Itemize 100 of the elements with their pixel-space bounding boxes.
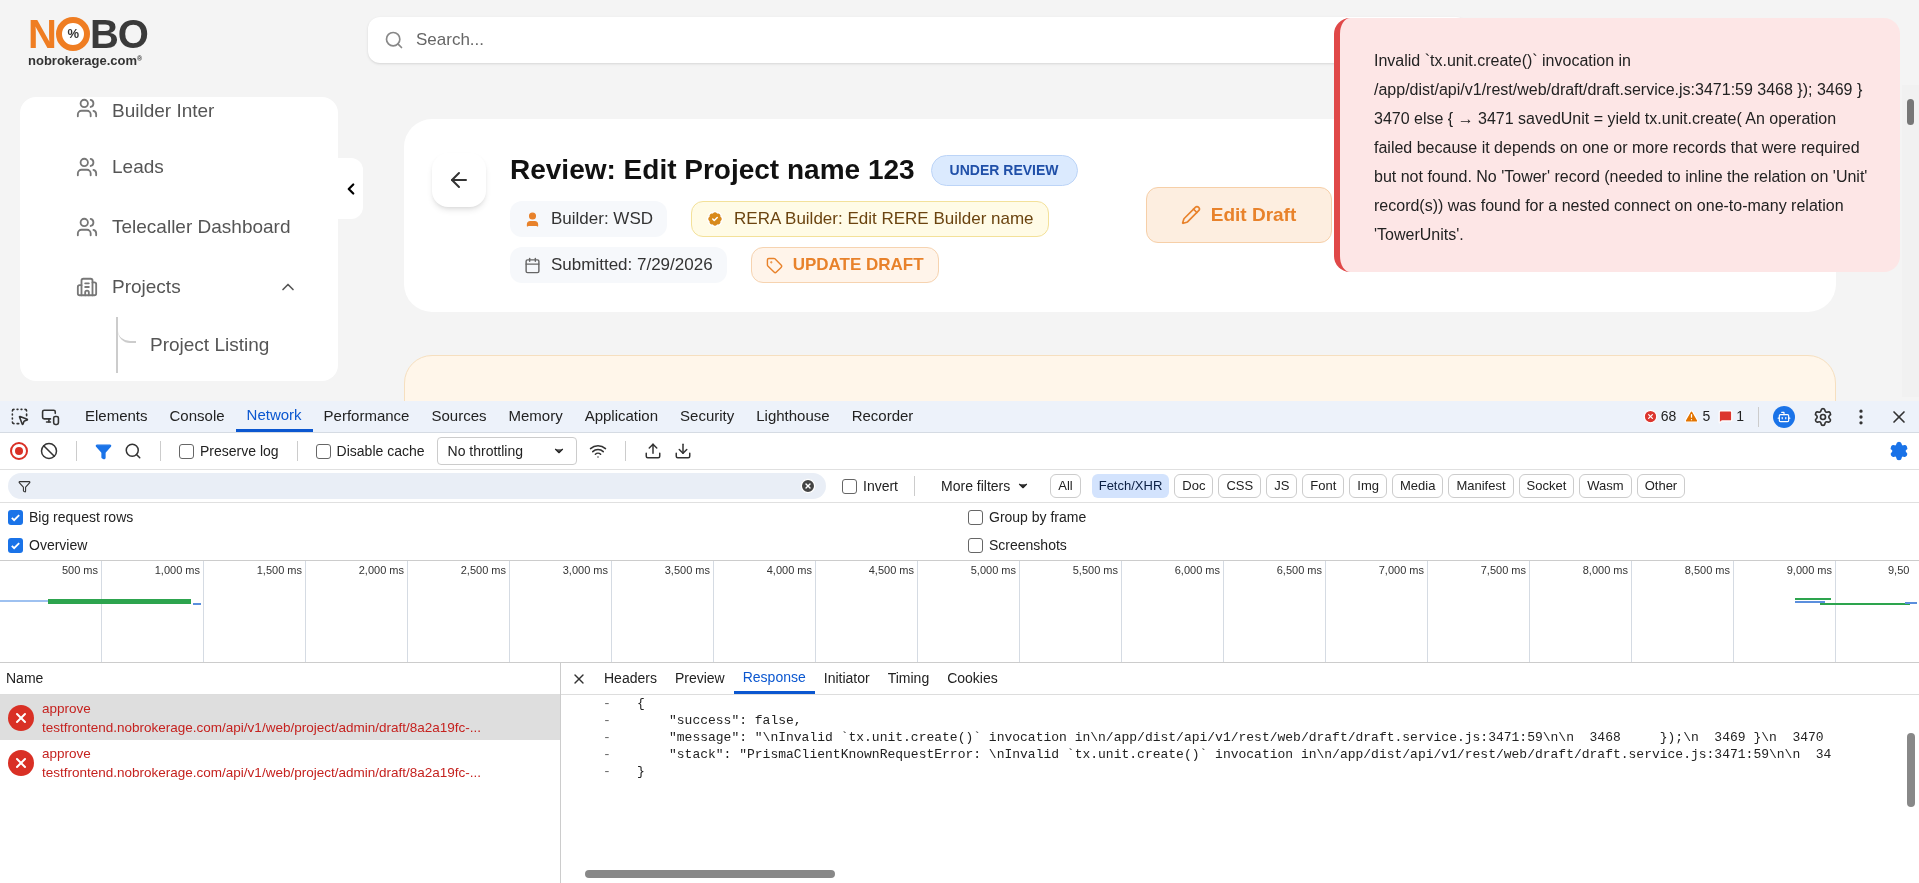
- checkbox[interactable]: [968, 509, 983, 525]
- people-icon: [76, 216, 98, 238]
- checkbox-label: Screenshots: [989, 536, 1067, 556]
- warning-count[interactable]: 5: [1684, 406, 1711, 427]
- network-conditions-icon[interactable]: [588, 442, 607, 460]
- device-toolbar-icon[interactable]: [41, 407, 60, 426]
- devtools-tab[interactable]: Lighthouse: [745, 401, 841, 432]
- type-filter-button[interactable]: All: [1050, 474, 1081, 498]
- upload-icon[interactable]: [643, 442, 662, 460]
- filter-icon: [18, 479, 31, 493]
- throttling-select[interactable]: No throttling: [436, 437, 577, 465]
- type-filter-button[interactable]: Socket: [1518, 474, 1575, 498]
- tick-label: 8,500 ms: [1684, 564, 1730, 576]
- tick-label: 2,000 ms: [358, 564, 404, 576]
- verified-badge-icon: [706, 210, 725, 228]
- settings-icon[interactable]: [1813, 406, 1833, 427]
- devtools-tab[interactable]: Sources: [420, 401, 498, 432]
- gutter-mark: -: [603, 729, 612, 746]
- issue-count[interactable]: 1: [1718, 406, 1744, 427]
- record-icon[interactable]: [10, 442, 28, 460]
- inspect-icon[interactable]: [10, 407, 29, 426]
- tick-label: 9,000 ms: [1786, 564, 1832, 576]
- request-url: testfrontend.nobrokerage.com/api/v1/web/project/admin/draft/8a2a19fc-...: [42, 763, 481, 782]
- download-icon[interactable]: [673, 442, 692, 460]
- detail-tab[interactable]: Cookies: [938, 663, 1007, 694]
- detail-tab[interactable]: Headers: [595, 663, 666, 694]
- tick-label: 2,500 ms: [460, 564, 506, 576]
- detail-tab[interactable]: Preview: [665, 663, 734, 694]
- info-chip: RERA Builder: Edit RERE Builder name: [691, 201, 1049, 237]
- status-badge: UNDER REVIEW: [930, 154, 1078, 186]
- devtools-tab[interactable]: Recorder: [840, 401, 925, 432]
- calendar-icon: [524, 256, 541, 274]
- tick-label: 8,000 ms: [1582, 564, 1628, 576]
- type-filter-button[interactable]: CSS: [1218, 474, 1262, 498]
- error-icon: [1642, 409, 1658, 424]
- detail-tab[interactable]: Response: [733, 663, 815, 694]
- request-url: testfrontend.nobrokerage.com/api/v1/web/project/admin/draft/8a2a19fc-...: [42, 718, 481, 737]
- request-name: approve: [42, 744, 92, 763]
- more-filters-dropdown[interactable]: More filters: [931, 475, 1041, 497]
- detail-tab[interactable]: Timing: [878, 663, 939, 694]
- checkbox-label: Disable cache: [336, 441, 425, 461]
- tick-label: 5,000 ms: [970, 564, 1016, 576]
- search-icon[interactable]: [124, 442, 142, 460]
- filter-icon[interactable]: [95, 442, 112, 460]
- clear-icon[interactable]: [40, 442, 58, 460]
- checkbox[interactable]: [8, 538, 23, 554]
- detail-tab[interactable]: Initiator: [814, 663, 879, 694]
- checkbox-label: Invert: [863, 476, 898, 496]
- type-filter-button[interactable]: Media: [1392, 474, 1444, 498]
- gutter-mark: -: [603, 746, 612, 763]
- error-count[interactable]: 68: [1642, 406, 1677, 427]
- checkbox[interactable]: [842, 478, 857, 494]
- sidebar-item[interactable]: Projects: [20, 257, 338, 317]
- ai-assistant-icon[interactable]: [1773, 405, 1795, 428]
- sidebar-item[interactable]: Builder Inter: [20, 97, 338, 137]
- type-filter-button[interactable]: JS: [1266, 474, 1298, 498]
- checkbox-label: Overview: [29, 536, 88, 556]
- checkbox[interactable]: [8, 509, 23, 525]
- devtools-tab[interactable]: Performance: [312, 401, 421, 432]
- type-filter-button[interactable]: Other: [1636, 474, 1686, 498]
- type-filter-button[interactable]: Fetch/XHR: [1091, 474, 1170, 498]
- person-icon: [524, 210, 541, 228]
- warning-icon: [1684, 409, 1700, 424]
- column-header[interactable]: Name: [6, 668, 44, 689]
- building-icon: [76, 276, 98, 298]
- type-filter-button[interactable]: Img: [1349, 474, 1387, 498]
- devtools-tab[interactable]: Elements: [74, 401, 159, 432]
- logo[interactable]: N % BO nobrokerage.com$^{®}$: [28, 13, 178, 67]
- pencil-icon: [1180, 205, 1201, 225]
- tick-label: 3,500 ms: [664, 564, 710, 576]
- tick-label: 5,500 ms: [1072, 564, 1118, 576]
- tick-label: 3,000 ms: [562, 564, 608, 576]
- type-filter-button[interactable]: Font: [1302, 474, 1345, 498]
- search-input[interactable]: Search...: [416, 27, 1452, 53]
- devtools-tab[interactable]: Security: [669, 401, 746, 432]
- people-icon: [76, 156, 98, 178]
- message-icon: [1718, 409, 1734, 424]
- checkbox[interactable]: [968, 538, 983, 554]
- tick-label: 500 ms: [61, 564, 98, 576]
- type-filter-button[interactable]: Doc: [1174, 474, 1214, 498]
- error-icon: [8, 749, 34, 776]
- sidebar-subitem[interactable]: Project Listing: [150, 330, 270, 360]
- devtools-tab[interactable]: Console: [158, 401, 236, 432]
- error-icon: [8, 704, 34, 731]
- sidebar-item[interactable]: Telecaller Dashboard: [20, 197, 338, 257]
- devtools-tab[interactable]: Application: [573, 401, 670, 432]
- devtools-tab[interactable]: Memory: [497, 401, 574, 432]
- type-filter-button[interactable]: Manifest: [1448, 474, 1514, 498]
- checkbox[interactable]: [179, 443, 194, 459]
- tick-label: 4,500 ms: [868, 564, 914, 576]
- back-button[interactable]: [432, 153, 486, 207]
- request-row[interactable]: approve testfrontend.nobrokerage.com/api/v1/web/project/admin/draft/8a2a19fc-...: [0, 695, 560, 740]
- devtools-tab[interactable]: Network: [235, 401, 313, 432]
- search-icon: [384, 30, 404, 50]
- request-name: approve: [42, 699, 92, 718]
- checkbox[interactable]: [315, 443, 331, 459]
- type-filter-button[interactable]: Wasm: [1579, 474, 1632, 498]
- tick-label: 1,500 ms: [256, 564, 302, 576]
- code-line: "message": "\nInvalid `tx.unit.create()` invocation in\n/app/dist/api/v1/rest/web/draft/draft.service.js:3471:59\n\n 3468 });\n 3469 }\n 3470: [669, 729, 1824, 746]
- sidebar-item[interactable]: Leads: [20, 137, 338, 197]
